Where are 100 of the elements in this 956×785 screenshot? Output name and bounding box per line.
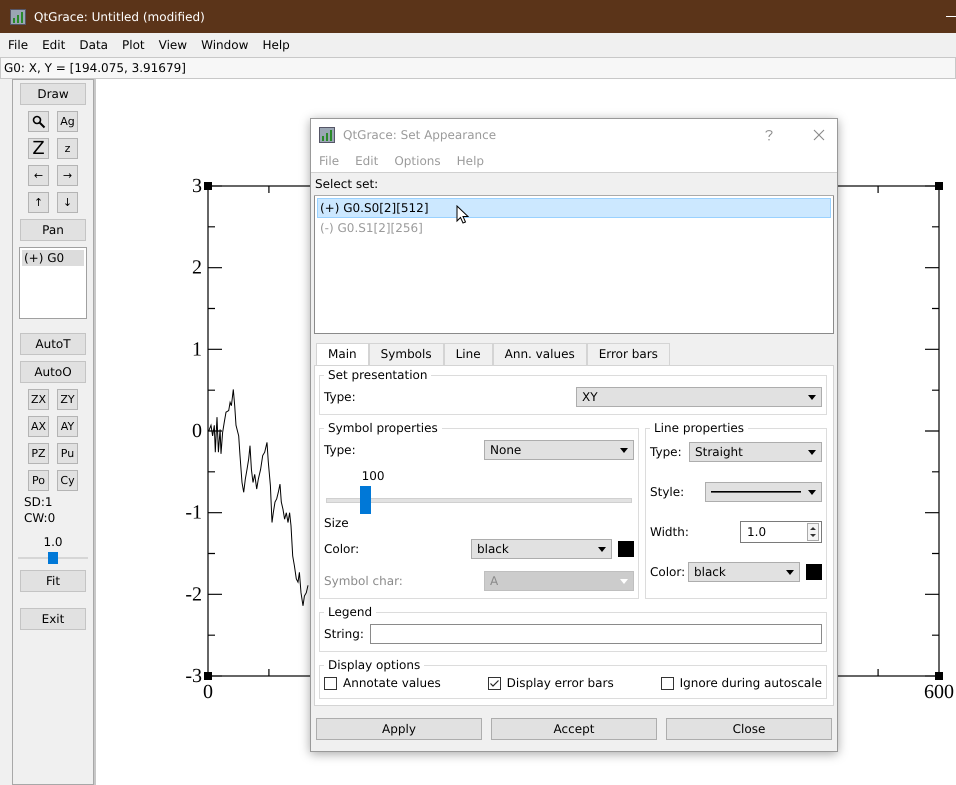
slider-thumb[interactable] xyxy=(48,552,58,564)
group-title: Legend xyxy=(327,605,374,619)
tick-label: 2 xyxy=(192,256,202,279)
toolbar-button[interactable]: PZ xyxy=(28,443,49,464)
symbol-type-dropdown[interactable]: None xyxy=(484,440,634,460)
field-label: Width: xyxy=(650,525,689,539)
toolbar-button[interactable]: ZX xyxy=(28,389,49,410)
selection-handle[interactable] xyxy=(204,182,212,190)
dialog-button[interactable]: Apply xyxy=(316,718,482,740)
app-icon xyxy=(10,8,26,24)
field-label: Type: xyxy=(324,390,356,404)
toolbar-button[interactable]: Cy xyxy=(57,470,78,491)
toolbar-button[interactable]: z xyxy=(57,138,78,159)
group-title: Symbol properties xyxy=(327,421,439,435)
set-list-item[interactable]: (+) G0.S0[2][512] xyxy=(317,198,831,218)
color-dropdown[interactable]: black xyxy=(471,539,612,559)
line-type-dropdown[interactable]: Straight xyxy=(689,442,822,462)
toolbar-button[interactable]: Z xyxy=(28,138,49,159)
tab[interactable]: Symbols xyxy=(368,343,444,365)
app-icon xyxy=(319,126,335,142)
zoom-button[interactable] xyxy=(28,111,49,132)
toolbar-button[interactable]: Po xyxy=(28,470,49,491)
window-title: QtGrace: Untitled (modified) xyxy=(34,10,205,24)
color-dropdown[interactable]: black xyxy=(688,562,800,582)
spin-arrows-icon[interactable] xyxy=(807,523,819,541)
tick-label: 0 xyxy=(203,681,213,703)
slider-reading: 1.0 xyxy=(43,535,63,549)
tick-label: 600 xyxy=(924,681,954,703)
type-dropdown[interactable]: XY xyxy=(576,387,822,407)
section-label: Select set: xyxy=(315,177,378,191)
checkbox-label: Ignore during autoscale xyxy=(680,676,822,690)
checkbox[interactable] xyxy=(488,676,501,690)
selection-handle[interactable] xyxy=(935,672,943,680)
minimize-icon[interactable] xyxy=(946,16,956,18)
menu-item[interactable]: Plot xyxy=(122,38,145,52)
field-label: Style: xyxy=(650,485,684,499)
line-style-icon xyxy=(711,490,801,494)
slider-track[interactable] xyxy=(326,486,632,514)
color-swatch[interactable] xyxy=(806,564,822,580)
slider-track[interactable] xyxy=(18,552,88,564)
color-swatch[interactable] xyxy=(618,541,634,557)
close-icon[interactable] xyxy=(813,128,825,140)
group-title: Set presentation xyxy=(327,368,428,382)
width-spinbox[interactable]: 1.0 xyxy=(740,521,822,543)
toolbar-button[interactable]: AY xyxy=(57,416,78,437)
menu-item[interactable]: Window xyxy=(201,38,248,52)
group-title: Display options xyxy=(327,658,422,672)
field-label: Color: xyxy=(650,565,686,579)
checkbox[interactable] xyxy=(660,676,674,690)
toolbar-button[interactable]: ZY xyxy=(57,389,78,410)
tick-label: 1 xyxy=(192,338,202,360)
tab[interactable]: Error bars xyxy=(586,343,670,365)
status-text: SD:1 xyxy=(23,495,53,509)
checkbox-label: Annotate values xyxy=(343,676,441,690)
menu-item[interactable]: Edit xyxy=(42,38,66,52)
dialog-title: QtGrace: Set Appearance xyxy=(343,128,496,142)
field-label: Type: xyxy=(650,445,682,459)
mouse-pointer-icon xyxy=(456,205,469,224)
slider-label: Size xyxy=(324,516,350,530)
menu-item[interactable]: File xyxy=(8,38,28,52)
toolbar-button[interactable]: Exit xyxy=(20,608,86,630)
toolbar-button[interactable]: → xyxy=(57,165,78,186)
field-label: String: xyxy=(324,627,364,641)
checkbox-label: Display error bars xyxy=(506,676,614,690)
toolbar-button[interactable]: ↓ xyxy=(57,192,78,213)
slider-thumb[interactable] xyxy=(360,486,371,514)
dialog-button[interactable]: Close xyxy=(666,718,832,740)
tick-label: 0 xyxy=(192,420,202,442)
legend-string-field[interactable] xyxy=(370,624,822,644)
toolbar-button[interactable]: AX xyxy=(28,416,49,437)
selection-handle[interactable] xyxy=(935,182,943,190)
graph-list-item[interactable]: (+) G0 xyxy=(22,250,84,266)
help-icon[interactable] xyxy=(765,128,773,140)
group-title: Line properties xyxy=(653,421,746,435)
menu-item[interactable]: View xyxy=(158,38,188,52)
checkbox[interactable] xyxy=(324,676,337,690)
tick-label: -2 xyxy=(185,583,202,606)
line-style-dropdown[interactable] xyxy=(705,482,822,502)
toolbar-button[interactable]: AutoO xyxy=(20,361,86,383)
field-label: Color: xyxy=(324,542,360,556)
field-label: Symbol char: xyxy=(324,574,403,588)
toolbar-button[interactable]: ← xyxy=(28,165,49,186)
tick-label: -3 xyxy=(185,665,202,687)
toolbar-button[interactable]: ↑ xyxy=(28,192,49,213)
toolbar-button[interactable]: AutoT xyxy=(20,333,86,355)
toolbar-button[interactable]: Pan xyxy=(20,219,86,241)
toolbar-button[interactable]: Ag xyxy=(57,111,78,132)
dialog-button[interactable]: Accept xyxy=(491,718,657,740)
toolbar-button[interactable]: Fit xyxy=(20,570,86,592)
tab[interactable]: Ann. values xyxy=(492,343,587,365)
tab[interactable]: Main xyxy=(316,343,369,365)
tab[interactable]: Line xyxy=(444,343,493,365)
tick-label: 3 xyxy=(192,175,202,197)
toolbar-button[interactable]: Draw xyxy=(20,83,86,105)
tick-label: -1 xyxy=(185,502,202,524)
menu-item[interactable]: Help xyxy=(262,38,290,52)
menu-item[interactable]: Data xyxy=(79,38,108,52)
toolbar-button[interactable]: Pu xyxy=(57,443,78,464)
selection-handle[interactable] xyxy=(204,672,212,680)
field-label: Type: xyxy=(324,443,356,457)
